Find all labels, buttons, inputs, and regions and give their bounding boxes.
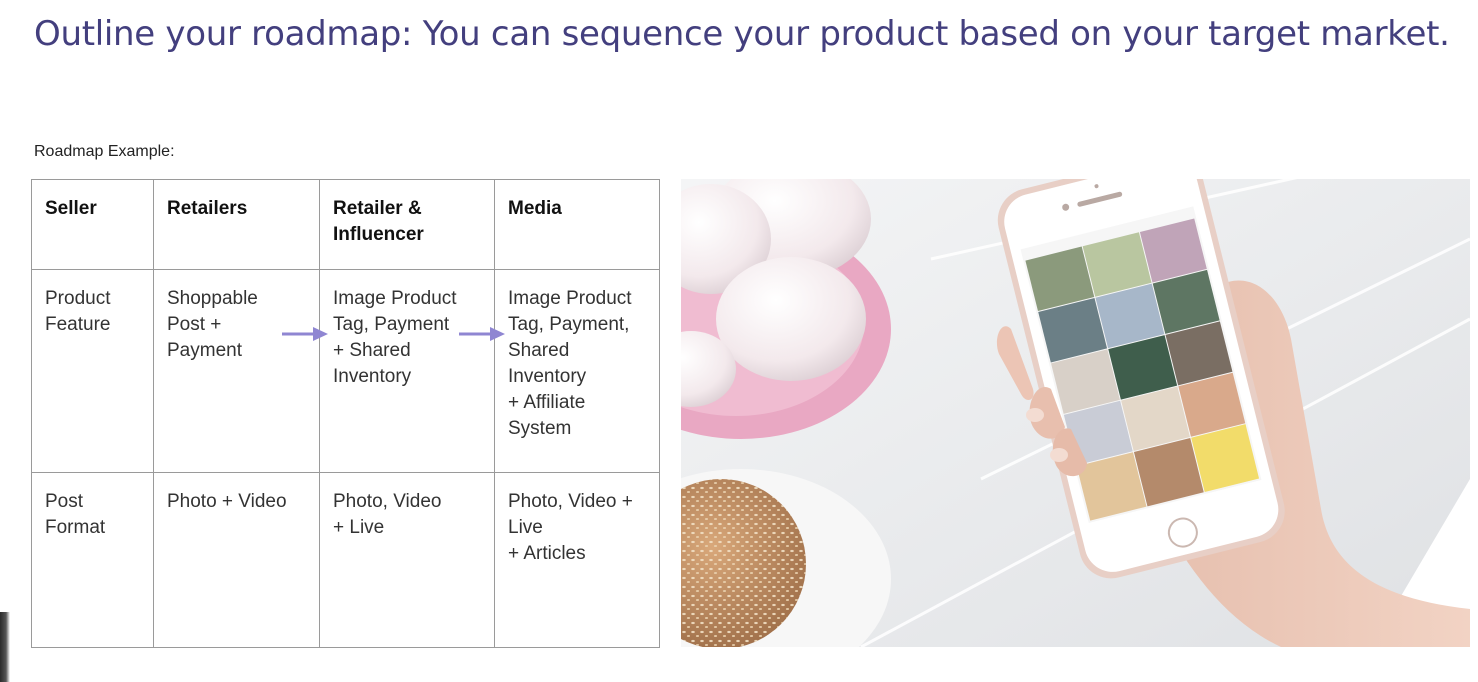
table-cell: Shoppable Post + Payment (153, 269, 320, 473)
phone-in-hand-illustration (681, 179, 1470, 647)
header-cell-retailer-influencer: Retailer & Influencer (319, 179, 495, 270)
header-cell-seller: Seller (31, 179, 154, 270)
roadmap-table: Seller Retailers Retailer & Influencer M… (31, 179, 660, 648)
right-arrow-icon (282, 327, 328, 341)
table-header-row: Seller Retailers Retailer & Influencer M… (31, 179, 660, 270)
header-cell-media: Media (494, 179, 660, 270)
right-arrow-icon (459, 327, 505, 341)
row-label-product-feature: Product Feature (31, 269, 154, 473)
table-row: Product Feature Shoppable Post + Payment… (31, 269, 660, 473)
header-cell-retailers: Retailers (153, 179, 320, 270)
table-cell: Image Product Tag, Payment + Shared Inve… (319, 269, 495, 473)
roadmap-caption: Roadmap Example: (34, 143, 175, 160)
table-cell: Photo, Video + Live + Articles (494, 472, 660, 648)
table-row: Post Format Photo + Video Photo, Video +… (31, 472, 660, 648)
table-cell: Photo + Video (153, 472, 320, 648)
presenter-shadow (0, 612, 10, 682)
row-label-post-format: Post Format (31, 472, 154, 648)
table-cell: Photo, Video + Live (319, 472, 495, 648)
table-cell: Image Product Tag, Payment, Shared Inven… (494, 269, 660, 473)
slide-title: Outline your roadmap: You can sequence y… (34, 14, 1450, 54)
hero-photo (681, 179, 1470, 647)
